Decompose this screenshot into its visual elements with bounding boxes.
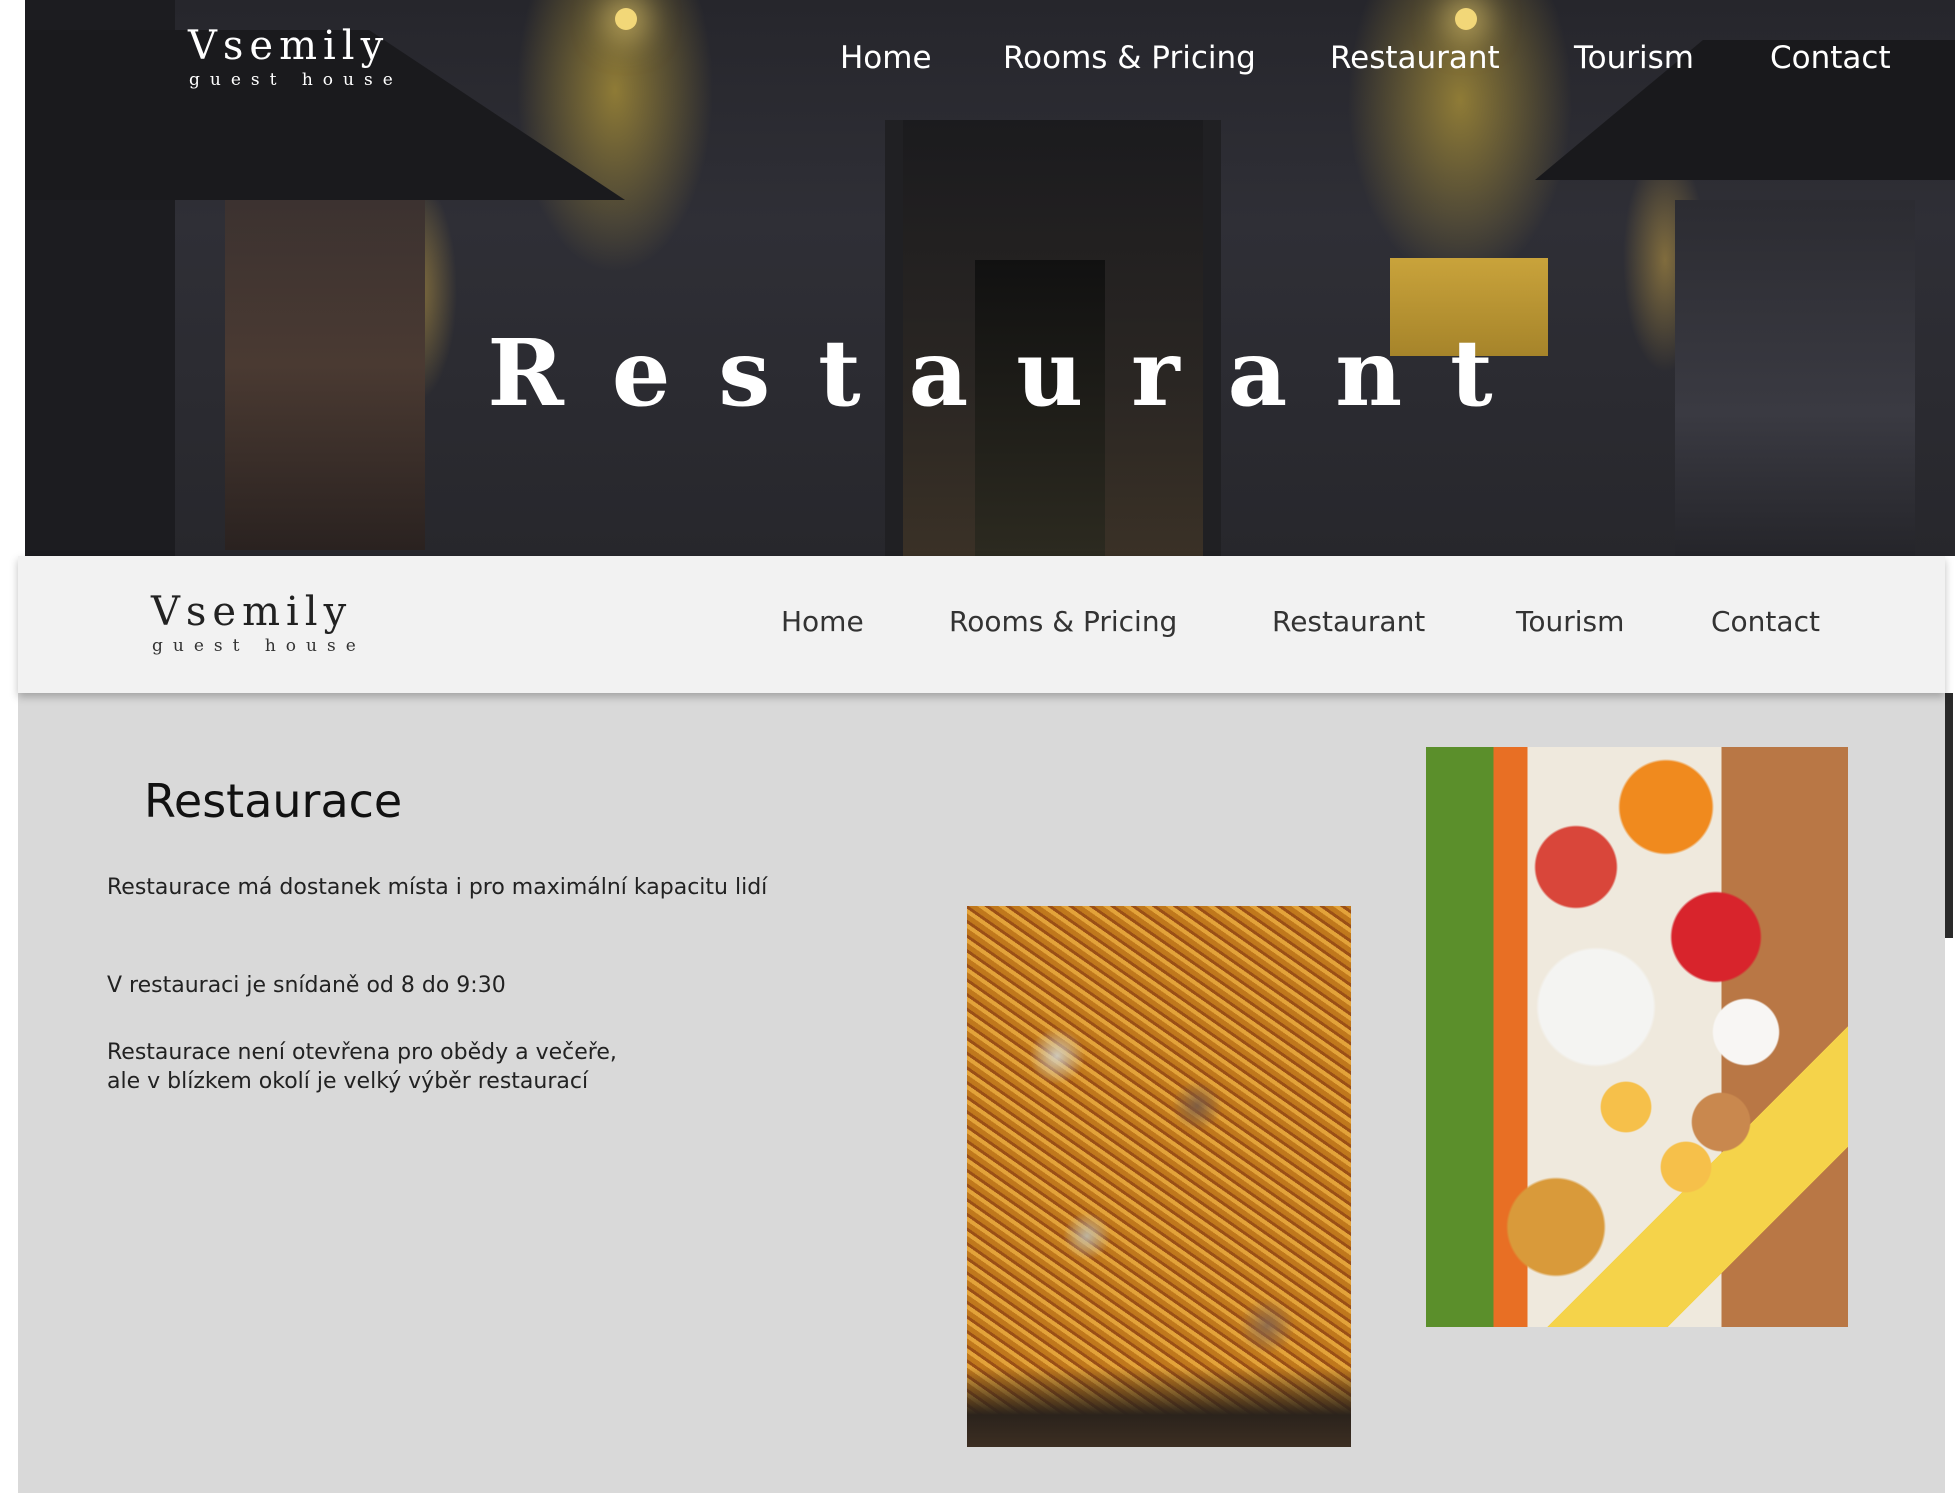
nav-tourism[interactable]: Tourism bbox=[1516, 604, 1624, 640]
logo-tagline: guest house bbox=[152, 636, 366, 656]
logo-name: Vsemily bbox=[151, 589, 353, 635]
nav-contact[interactable]: Contact bbox=[1770, 38, 1891, 78]
hero-logo[interactable]: Vsemily guest house bbox=[188, 24, 403, 92]
nav-rooms-pricing[interactable]: Rooms & Pricing bbox=[949, 604, 1177, 640]
hero-lamp bbox=[1455, 8, 1477, 30]
capacity-text: Restaurace má dostanek místa i pro maxim… bbox=[107, 875, 768, 900]
produce-photo bbox=[1426, 747, 1848, 1327]
nav-restaurant[interactable]: Restaurant bbox=[1330, 38, 1500, 78]
header-bar: Vsemily guest house Home Rooms & Pricing… bbox=[18, 556, 1945, 693]
nav-contact[interactable]: Contact bbox=[1711, 604, 1820, 640]
logo-tagline: guest house bbox=[189, 70, 403, 90]
nav-home[interactable]: Home bbox=[840, 38, 932, 78]
pasta-photo bbox=[967, 906, 1351, 1447]
restaurant-section: Restaurace Restaurace má dostanek místa … bbox=[18, 693, 1945, 1493]
section-heading: Restaurace bbox=[144, 774, 403, 828]
logo-name: Vsemily bbox=[188, 23, 390, 69]
hero-lamp bbox=[615, 8, 637, 30]
nav-restaurant[interactable]: Restaurant bbox=[1272, 604, 1425, 640]
nav-rooms-pricing[interactable]: Rooms & Pricing bbox=[1003, 38, 1256, 78]
meals-text-line-2: ale v blízkem okolí je velký výběr resta… bbox=[107, 1069, 589, 1094]
nav-home[interactable]: Home bbox=[781, 604, 864, 640]
meals-text-line-1: Restaurace není otevřena pro obědy a več… bbox=[107, 1040, 617, 1065]
hero-banner: Vsemily guest house Home Rooms & Pricing… bbox=[25, 0, 1955, 556]
nav-tourism[interactable]: Tourism bbox=[1574, 38, 1694, 78]
hero-title: Restaurant bbox=[487, 318, 1541, 427]
page-edge bbox=[1945, 693, 1953, 938]
header-logo[interactable]: Vsemily guest house bbox=[151, 590, 366, 658]
breakfast-text: V restauraci je snídaně od 8 do 9:30 bbox=[107, 973, 506, 998]
